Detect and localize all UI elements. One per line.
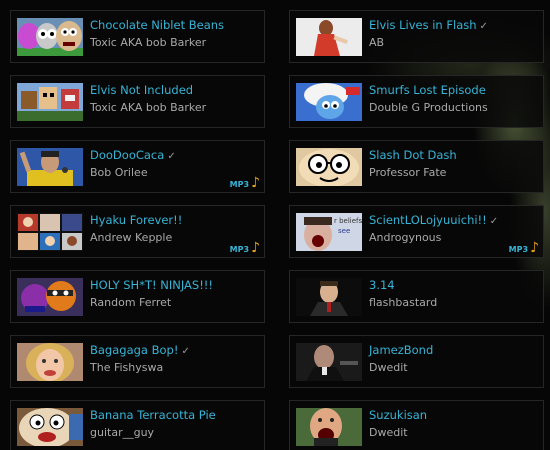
submission-title-link[interactable]: ScientLOLojyuuichi!! ✓ <box>369 213 498 227</box>
submission-card[interactable]: Bagagaga Bop! ✓ The Fishyswa <box>10 335 265 388</box>
submission-card[interactable]: Suzukisan Dwedit <box>289 400 544 450</box>
author-link[interactable]: Bob Orilee <box>90 166 148 179</box>
submission-title-link[interactable]: Bagagaga Bop! ✓ <box>90 343 190 357</box>
author-link[interactable]: Professor Fate <box>369 166 446 179</box>
submission-title-text: Chocolate Niblet Beans <box>90 18 225 32</box>
submission-title-link[interactable]: JamezBond <box>369 343 433 357</box>
submission-title-link[interactable]: HOLY SH*T! NINJAS!!! <box>90 278 213 292</box>
submission-title-text: Elvis Not Included <box>90 83 194 97</box>
submission-title-text: ScientLOLojyuuichi!! <box>369 213 487 227</box>
music-note-icon: ♪ <box>251 175 260 191</box>
thumb-text-line1: r beliefs <box>334 217 362 225</box>
submission-card[interactable]: Elvis Lives in Flash ✓ AB <box>289 10 544 63</box>
author-link[interactable]: Toxic AKA bob Barker <box>90 101 206 114</box>
submission-card[interactable]: Elvis Not Included Toxic AKA bob Barker <box>10 75 265 128</box>
author-link[interactable]: AB <box>369 36 384 49</box>
submission-card[interactable]: Chocolate Niblet Beans Toxic AKA bob Bark… <box>10 10 265 63</box>
mp3-badge[interactable]: MP3 ♪ <box>229 175 260 191</box>
submission-card[interactable]: DooDooCaca ✓ Bob Orilee MP3 ♪ <box>10 140 265 193</box>
glasses-cartoon-thumb[interactable] <box>296 148 362 186</box>
author-link[interactable]: Double G Productions <box>369 101 488 114</box>
submission-card[interactable]: Hyaku Forever!! Andrew Kepple MP3 ♪ <box>10 205 265 258</box>
submission-card[interactable]: JamezBond Dwedit <box>289 335 544 388</box>
author-link[interactable]: flashbastard <box>369 296 437 309</box>
checkmark-icon: ✓ <box>479 21 488 32</box>
checkmark-icon: ✓ <box>489 216 499 227</box>
submission-title-link[interactable]: 3.14 <box>369 278 395 292</box>
bond-photo-thumb[interactable] <box>296 343 362 381</box>
submission-title-text: DooDooCaca <box>90 148 165 162</box>
submission-title-link[interactable]: Hyaku Forever!! <box>90 213 182 227</box>
checkmark-icon: ✓ <box>167 151 176 162</box>
ninja-cartoon-thumb[interactable] <box>17 278 83 316</box>
author-link[interactable]: Androgynous <box>369 231 441 244</box>
mp3-badge[interactable]: MP3 ♪ <box>508 240 539 256</box>
cartoon-face-closeup-thumb[interactable] <box>17 408 83 446</box>
singer-photo-thumb[interactable] <box>17 148 83 186</box>
smurf-thumb[interactable] <box>296 83 362 121</box>
author-link[interactable]: Toxic AKA bob Barker <box>90 36 206 49</box>
red-dress-figure-thumb[interactable] <box>296 18 362 56</box>
author-link[interactable]: Dwedit <box>369 361 408 374</box>
blonde-singer-thumb[interactable] <box>17 343 83 381</box>
author-link[interactable]: Andrew Kepple <box>90 231 172 244</box>
author-link[interactable]: Dwedit <box>369 426 408 439</box>
cartoon-faces-thumb[interactable] <box>17 18 83 56</box>
submission-title-text: JamezBond <box>369 343 434 357</box>
author-link[interactable]: The Fishyswa <box>90 361 163 374</box>
author-link[interactable]: Random Ferret <box>90 296 171 309</box>
submission-title-text: Bagagaga Bop! <box>90 343 179 357</box>
submission-title-text: Banana Terracotta Pie <box>90 408 216 422</box>
submission-title-text: Suzukisan <box>369 408 428 422</box>
submission-card[interactable]: r beliefs see ScientLOLojyuuichi!! ✓ Androg… <box>289 205 544 258</box>
checkmark-icon: ✓ <box>181 346 190 357</box>
submission-card[interactable]: Smurfs Lost Episode Double G Productions <box>289 75 544 128</box>
mp3-badge[interactable]: MP3 ♪ <box>229 240 260 256</box>
man-suit-dark-thumb[interactable] <box>296 278 362 316</box>
submission-title-link[interactable]: Slash Dot Dash <box>369 148 457 162</box>
submission-grid: Chocolate Niblet Beans Toxic AKA bob Bark… <box>10 10 546 450</box>
submission-title-text: Elvis Lives in Flash <box>369 18 477 32</box>
screaming-face-text-thumb[interactable]: r beliefs see <box>296 213 362 251</box>
submission-title-text: 3.14 <box>369 278 395 292</box>
music-note-icon: ♪ <box>530 240 539 256</box>
submission-title-link[interactable]: Suzukisan <box>369 408 427 422</box>
submission-title-link[interactable]: Smurfs Lost Episode <box>369 83 486 97</box>
submission-card[interactable]: Slash Dot Dash Professor Fate <box>289 140 544 193</box>
mp3-label: MP3 <box>229 180 250 189</box>
anime-grid-thumb[interactable] <box>17 213 83 251</box>
submission-title-text: Slash Dot Dash <box>369 148 457 162</box>
thumb-text-line2: see <box>338 227 350 235</box>
submission-title-text: Smurfs Lost Episode <box>369 83 486 97</box>
music-note-icon: ♪ <box>251 240 260 256</box>
submission-title-link[interactable]: Banana Terracotta Pie <box>90 408 216 422</box>
submission-title-text: HOLY SH*T! NINJAS!!! <box>90 278 214 292</box>
submission-card[interactable]: HOLY SH*T! NINJAS!!! Random Ferret <box>10 270 265 323</box>
mp3-label: MP3 <box>508 245 529 254</box>
submission-title-link[interactable]: Elvis Not Included <box>90 83 193 97</box>
mp3-label: MP3 <box>229 245 250 254</box>
submission-card[interactable]: 3.14 flashbastard <box>289 270 544 323</box>
author-link[interactable]: guitar__guy <box>90 426 154 439</box>
pixel-cartoon-thumb[interactable] <box>17 83 83 121</box>
shouting-man-thumb[interactable] <box>296 408 362 446</box>
submission-title-link[interactable]: Elvis Lives in Flash ✓ <box>369 18 488 32</box>
submission-title-link[interactable]: Chocolate Niblet Beans <box>90 18 224 32</box>
submission-title-text: Hyaku Forever!! <box>90 213 183 227</box>
submission-card[interactable]: Banana Terracotta Pie guitar__guy <box>10 400 265 450</box>
submission-title-link[interactable]: DooDooCaca ✓ <box>90 148 176 162</box>
